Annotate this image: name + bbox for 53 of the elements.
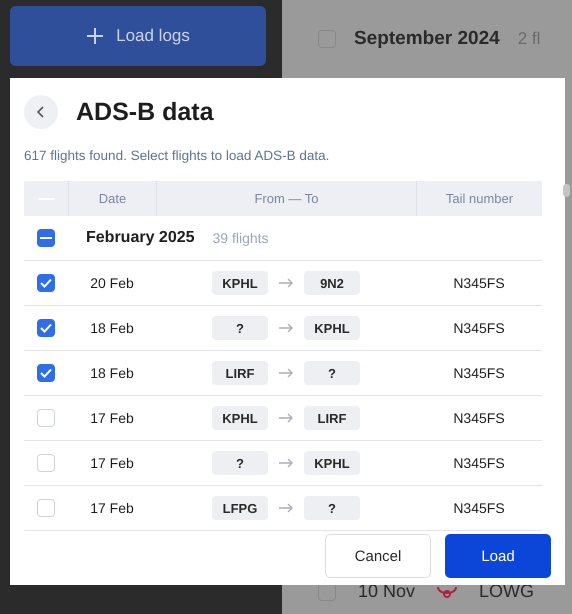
airport-code: ? xyxy=(304,496,360,520)
flight-date: 17 Feb xyxy=(90,455,134,471)
month-heading: September 2024 xyxy=(354,28,500,50)
arrow-icon xyxy=(278,278,294,288)
checkbox[interactable] xyxy=(37,364,55,382)
tail-number: N345FS xyxy=(453,410,505,426)
column-header: From — To xyxy=(254,191,319,206)
checkbox[interactable] xyxy=(37,319,55,337)
flight-count: 39 flights xyxy=(212,230,269,246)
results-summary: 617 flights found. Select flights to load ADS-B data. xyxy=(24,148,330,163)
airport-code: LFPG xyxy=(212,496,268,520)
cancel-button[interactable]: Cancel xyxy=(325,534,431,578)
route-icon xyxy=(437,586,458,598)
column-header: Date xyxy=(98,191,126,206)
group-checkbox[interactable] xyxy=(37,229,55,247)
airport-code: KPHL xyxy=(212,406,268,430)
flight-date: 10 Nov xyxy=(358,581,416,602)
airport-code: LIRF xyxy=(304,406,360,430)
scrollbar-thumb[interactable] xyxy=(563,184,570,197)
airport-code: ? xyxy=(304,361,360,385)
flight-date: 18 Feb xyxy=(90,365,134,381)
tail-number: N345FS xyxy=(453,500,505,516)
airport-code: ? xyxy=(212,451,268,475)
arrow-icon xyxy=(278,458,294,468)
load-logs-button[interactable]: Load logs xyxy=(10,6,266,66)
checkbox[interactable] xyxy=(37,274,55,292)
dash-icon xyxy=(40,236,52,240)
airport-code: LIRF xyxy=(212,361,268,385)
tail-number: N345FS xyxy=(453,320,505,336)
airport-code: 9N2 xyxy=(304,271,360,295)
flight-date: 17 Feb xyxy=(90,410,134,426)
tail-number: N345FS xyxy=(453,455,505,471)
load-button[interactable]: Load xyxy=(445,534,551,578)
airport-code: LOWG xyxy=(479,581,534,602)
month-heading: February 2025 xyxy=(86,229,195,247)
airport-code: ? xyxy=(212,316,268,340)
dialog-title: ADS-B data xyxy=(76,98,214,126)
arrow-icon xyxy=(278,323,294,333)
airport-code: KPHL xyxy=(212,271,268,295)
arrow-icon xyxy=(278,413,294,423)
flight-date: 18 Feb xyxy=(90,320,134,336)
airport-code: KPHL xyxy=(304,451,360,475)
arrow-icon xyxy=(278,368,294,378)
tail-number: N345FS xyxy=(453,365,505,381)
arrow-icon xyxy=(278,503,294,513)
tail-number: N345FS xyxy=(453,275,505,291)
back-icon xyxy=(36,105,46,119)
column-header: Tail number xyxy=(446,191,514,206)
airport-code: KPHL xyxy=(304,316,360,340)
plus-icon xyxy=(86,27,104,45)
flight-date: 17 Feb xyxy=(90,500,134,516)
back-button[interactable] xyxy=(24,95,58,129)
flight-date: 20 Feb xyxy=(90,275,134,291)
